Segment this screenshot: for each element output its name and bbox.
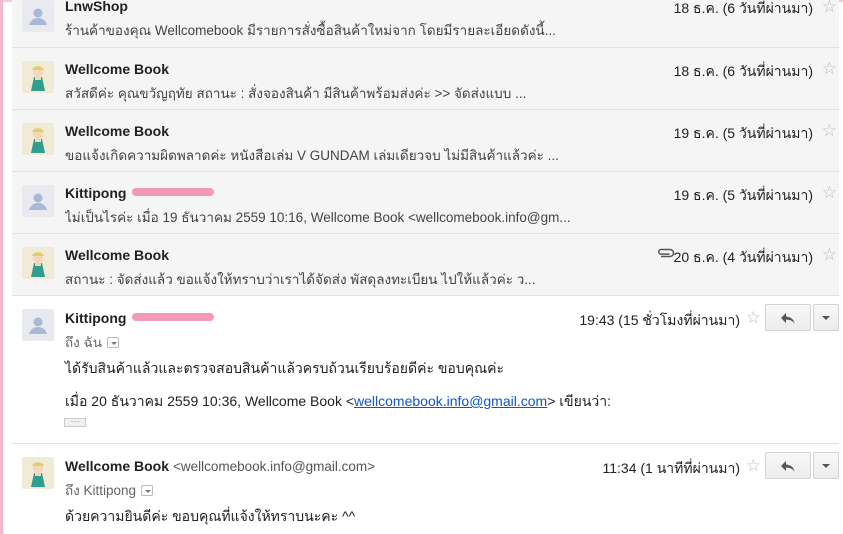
show-trimmed-content-button[interactable]: ··· [64,417,86,427]
redaction-mark [132,313,215,321]
quoted-email-link[interactable]: wellcomebook.info@gmail.com [354,393,547,409]
star-icon[interactable]: ☆ [822,60,837,77]
chevron-down-icon [822,463,830,468]
window-left-border [0,0,3,534]
more-actions-button[interactable] [813,304,839,331]
sender-name: Wellcome Book [65,123,169,139]
message-snippet: สถานะ : จัดส่งแล้ว ขอแจ้งให้ทราบว่าเราได… [65,272,536,287]
reply-button[interactable] [765,452,811,479]
message-date: 19 ธ.ค. (5 วันที่ผ่านมา) [673,125,813,141]
reply-icon [781,312,795,324]
recipient-line: ถึง Kittipong [65,479,154,501]
quote-suffix: > เขียนว่า: [547,393,612,409]
message-time: 19:43 (15 ชั่วโมงที่ผ่านมา) [579,312,740,328]
star-icon[interactable]: ☆ [822,0,837,15]
message-time: 11:34 (1 นาทีที่ผ่านมา) [602,460,741,476]
message-date: 18 ธ.ค. (6 วันที่ผ่านมา) [673,63,813,79]
wellcome-book-avatar [22,61,54,93]
show-details-dropdown[interactable] [141,485,154,496]
collapsed-message-wellcome-book[interactable]: Wellcome Book ขอแจ้งเกิดความผิดพลาดค่ะ ห… [12,110,839,172]
star-icon[interactable]: ☆ [822,122,837,139]
collapsed-message-wellcome-book[interactable]: Wellcome Book สวัสดีค่ะ คุณขวัญฤทัย สถาน… [12,48,839,110]
wellcome-book-avatar [22,247,54,279]
open-message-wellcome-book: Wellcome Book <wellcomebook.info@gmail.co… [12,444,839,534]
message-date: 20 ธ.ค. (4 วันที่ผ่านมา) [673,249,813,265]
show-details-dropdown[interactable] [106,337,119,348]
sender-first-name: Kittipong [65,310,127,326]
message-body: ได้รับสินค้าแล้วและตรวจสอบสินค้าแล้วครบถ… [65,360,504,376]
message-body: ด้วยความยินดีค่ะ ขอบคุณที่แจ้งให้ทราบนะค… [65,508,356,524]
sender-email: <wellcomebook.info@gmail.com> [173,459,376,474]
message-date: 18 ธ.ค. (6 วันที่ผ่านมา) [673,0,813,16]
sender-name: Wellcome Book [65,61,169,77]
open-message-kittipong: Kittipong ถึง ฉัน 19:43 (15 ชั่วโมงที่ผ่… [12,296,839,444]
message-snippet: ไม่เป็นไรค่ะ เมื่อ 19 ธันวาคม 2559 10:16… [65,210,571,225]
recipient-text: ถึง ฉัน [65,335,102,350]
message-snippet: ร้านค้าของคุณ Wellcomebook มีรายการสั่งซ… [65,23,556,38]
quoted-header: เมื่อ 20 ธันวาคม 2559 10:36, Wellcome Bo… [65,391,611,413]
default-avatar [22,309,54,341]
star-icon[interactable]: ☆ [746,309,761,326]
collapsed-message-kittipong[interactable]: Kittipong ไม่เป็นไรค่ะ เมื่อ 19 ธันวาคม … [12,172,839,234]
quote-prefix: เมื่อ 20 ธันวาคม 2559 10:36, Wellcome Bo… [65,393,355,409]
redaction-mark [132,188,215,196]
recipient-text: ถึง Kittipong [65,483,137,498]
wellcome-book-avatar [22,457,54,489]
sender-name: Kittipong [65,185,215,201]
sender-display-name: Wellcome Book [65,458,169,474]
paperclip-icon [657,246,675,263]
chevron-down-icon [822,315,830,320]
message-snippet: สวัสดีค่ะ คุณขวัญฤทัย สถานะ : สั่งจองสิน… [65,86,527,101]
wellcome-book-avatar [22,123,54,155]
message-snippet: ขอแจ้งเกิดความผิดพลาดค่ะ หนังสือเล่ม V G… [65,148,559,163]
star-icon[interactable]: ☆ [822,246,837,263]
collapsed-message-wellcome-book[interactable]: Wellcome Book สถานะ : จัดส่งแล้ว ขอแจ้งใ… [12,234,839,296]
message-date: 19 ธ.ค. (5 วันที่ผ่านมา) [673,187,813,203]
default-avatar [22,0,54,32]
sender-name: Wellcome Book <wellcomebook.info@gmail.co… [65,458,375,474]
collapsed-message-lnwshop[interactable]: LnwShop ร้านค้าของคุณ Wellcomebook มีราย… [12,0,839,48]
email-thread: LnwShop ร้านค้าของคุณ Wellcomebook มีราย… [12,0,839,534]
sender-name: Wellcome Book [65,247,169,263]
reply-button[interactable] [765,304,811,331]
sender-first-name: Kittipong [65,185,127,201]
sender-name: Kittipong [65,310,215,326]
star-icon[interactable]: ☆ [746,457,761,474]
default-avatar [22,185,54,217]
reply-icon [781,460,795,472]
more-actions-button[interactable] [813,452,839,479]
star-icon[interactable]: ☆ [822,184,837,201]
sender-name: LnwShop [65,0,128,14]
recipient-line: ถึง ฉัน [65,331,119,353]
